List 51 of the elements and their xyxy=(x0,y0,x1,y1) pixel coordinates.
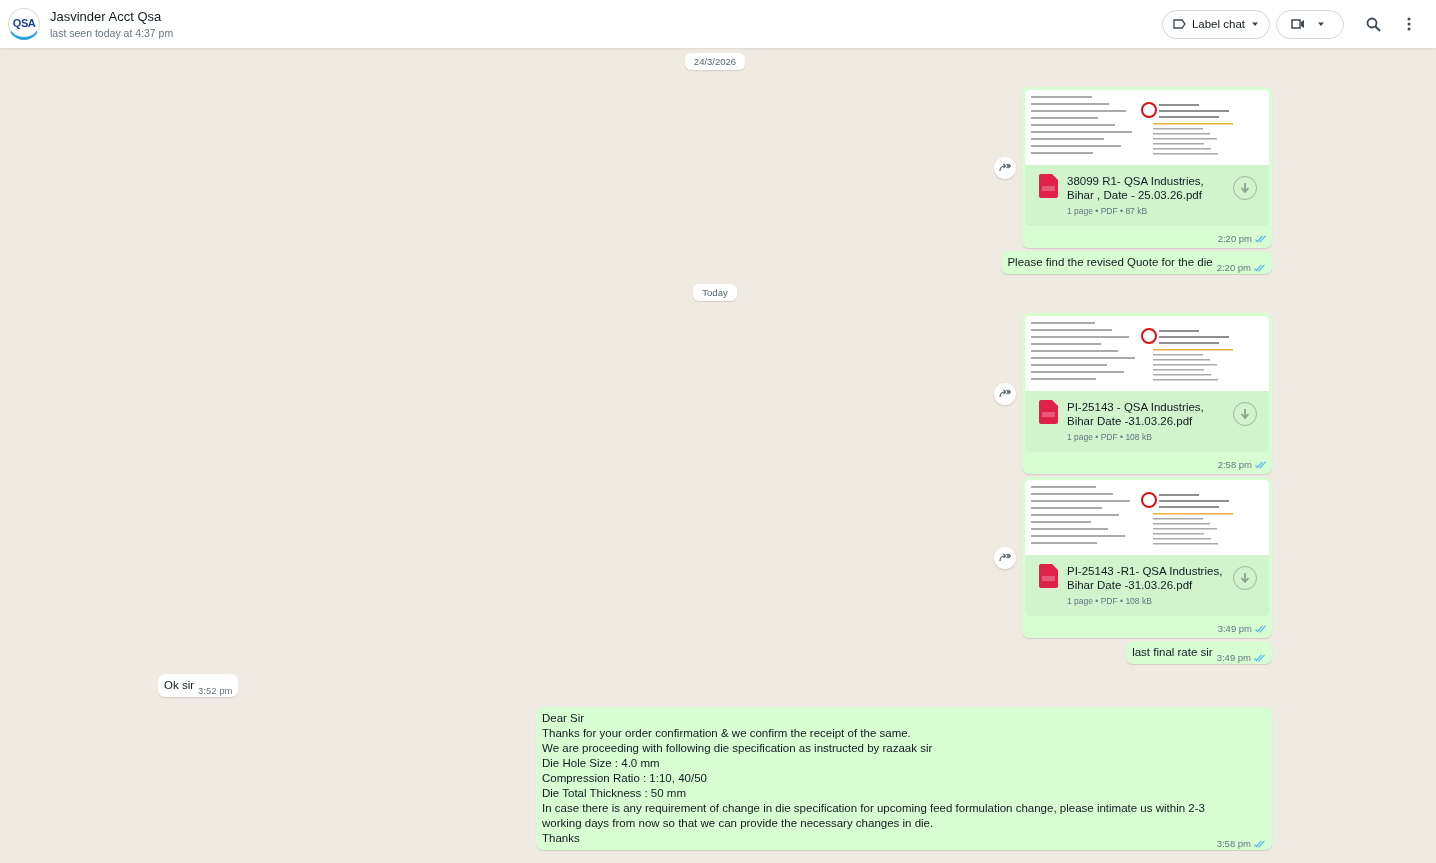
label-chat-button[interactable]: Label chat xyxy=(1161,9,1270,39)
date-chip: Today xyxy=(693,284,737,301)
document-card[interactable]: 38099 R1- QSA Industries, Bihar , Date - 25.03.26.pdf 1 page • PDF • 87 kB xyxy=(1025,165,1269,226)
file-details: 1 page • PDF • 108 kB xyxy=(1067,432,1153,442)
message-time: 2:58 pm xyxy=(1217,459,1252,470)
pdf-file-icon xyxy=(1039,174,1059,198)
message-text: Dear Sir Thanks for your order confirmation & we confirm the receipt of the same. We are proceeding with following die specification as instructed by razaak sir Die Hole Size : 4.0 mm Compression Ratio : 1:10, 40/50 Die Total Thickness : 50 mm In case there is any requirement of change in die specification for upcoming feed formulation change, please intimate us within 2-3 working days from now so that we can provide the necessary changes in die. Thanks xyxy=(542,711,1206,846)
contact-avatar[interactable]: QSA xyxy=(8,8,40,40)
forward-arrow-icon xyxy=(999,163,1011,172)
file-name: PI-25143 - QSA Industries, Bihar Date -31.03.26.pdf xyxy=(1067,400,1205,428)
double-check-icon xyxy=(1254,653,1266,662)
date-chip: 24/3/2026 xyxy=(684,53,746,70)
file-name: PI-25143 -R1- QSA Industries, Bihar Date -31.03.26.pdf xyxy=(1067,564,1224,592)
forward-arrow-icon xyxy=(999,389,1011,398)
label-icon xyxy=(1172,19,1186,29)
download-arrow-icon xyxy=(1240,408,1250,420)
double-check-icon xyxy=(1254,263,1266,272)
message-time: 3:49 pm xyxy=(1216,652,1251,663)
download-arrow-icon xyxy=(1240,572,1250,584)
message-time: 3:49 pm xyxy=(1217,623,1252,634)
video-camera-icon xyxy=(1291,19,1305,29)
caret-icon xyxy=(1317,21,1325,27)
forward-arrow-icon xyxy=(999,553,1011,562)
double-check-icon xyxy=(1255,624,1267,633)
forward-button[interactable] xyxy=(994,382,1016,405)
search-icon xyxy=(1365,16,1381,32)
double-check-icon xyxy=(1255,234,1267,243)
message-time: 2:20 pm xyxy=(1216,262,1251,273)
video-call-button[interactable] xyxy=(1276,9,1344,39)
contact-name: Jasvinder Acct Qsa xyxy=(50,9,163,24)
file-details: 1 page • PDF • 87 kB xyxy=(1067,206,1149,216)
vertical-dots-icon xyxy=(1407,17,1411,31)
file-details: 1 page • PDF • 108 kB xyxy=(1067,596,1153,606)
pdf-file-icon xyxy=(1039,400,1059,424)
message-time: 3:52 pm xyxy=(198,685,233,696)
double-check-icon xyxy=(1255,460,1267,469)
message-text: last final rate sir xyxy=(1132,645,1213,660)
double-check-icon xyxy=(1254,839,1266,848)
last-seen-status: last seen today at 4:37 pm xyxy=(50,27,175,39)
document-card[interactable]: PI-25143 -R1- QSA Industries, Bihar Date -31.03.26.pdf 1 page • PDF • 108 kB xyxy=(1025,555,1269,616)
download-arrow-icon xyxy=(1240,182,1250,194)
file-name: 38099 R1- QSA Industries, Bihar , Date - 25.03.26.pdf xyxy=(1067,174,1205,202)
forward-button[interactable] xyxy=(994,156,1016,179)
caret-icon xyxy=(1251,21,1259,27)
message-text: Please find the revised Quote for the die xyxy=(1007,255,1213,270)
message-time: 2:20 pm xyxy=(1217,233,1252,244)
message-time: 3:58 pm xyxy=(1216,838,1251,849)
document-card[interactable]: PI-25143 - QSA Industries, Bihar Date -31.03.26.pdf 1 page • PDF • 108 kB xyxy=(1025,391,1269,452)
pdf-file-icon xyxy=(1039,564,1059,588)
forward-button[interactable] xyxy=(994,546,1016,569)
message-text: Ok sir xyxy=(164,678,195,693)
